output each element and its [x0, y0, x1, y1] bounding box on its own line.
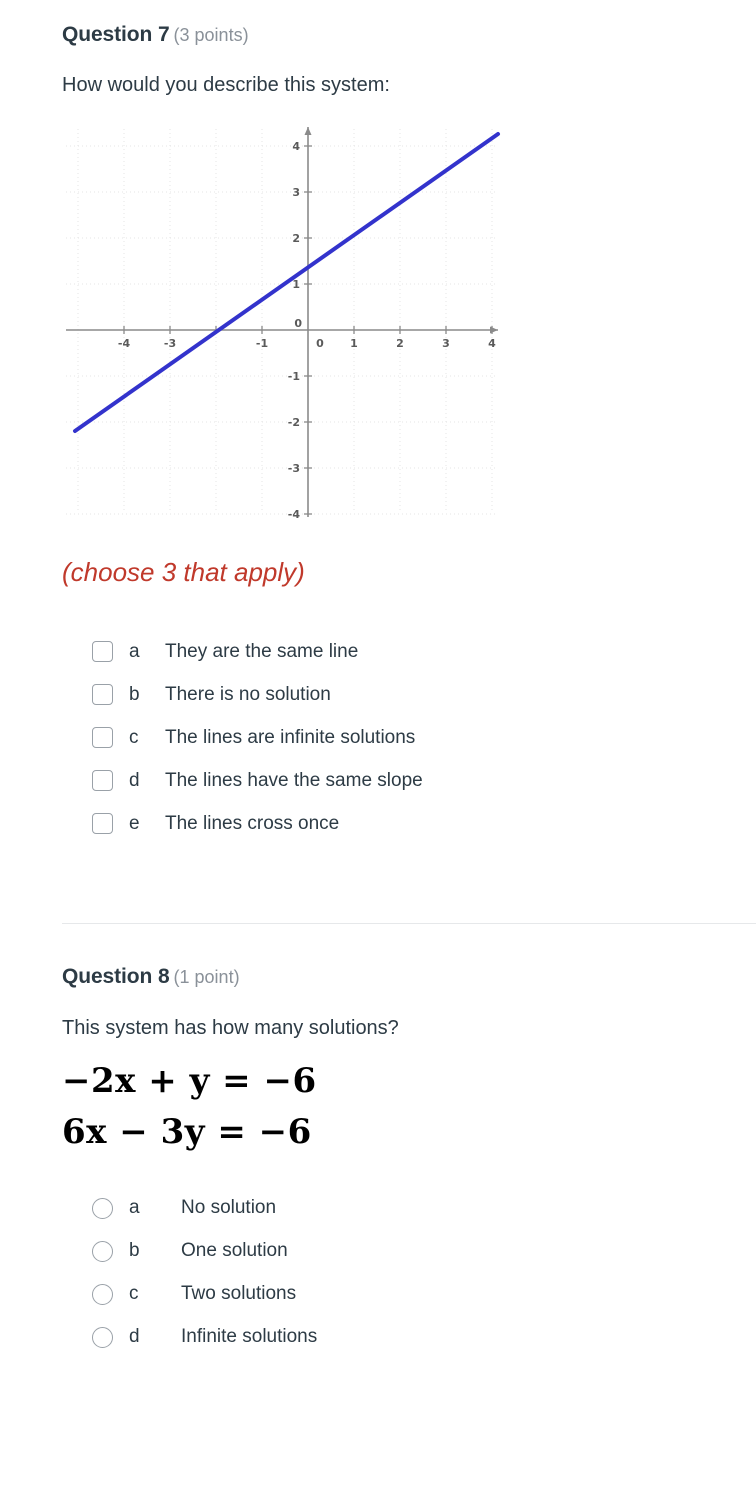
option-row-d[interactable]: d Infinite solutions: [62, 1316, 736, 1359]
option-text-d: Infinite solutions: [181, 1326, 318, 1348]
x-label-neg3: -3: [164, 337, 176, 350]
radio-b[interactable]: [92, 1240, 113, 1262]
option-row-c[interactable]: c Two solutions: [62, 1273, 736, 1316]
x-label-neg4: -4: [118, 337, 131, 350]
x-label-3: 3: [442, 337, 450, 350]
equation-1: −2x + y = −6: [62, 1060, 317, 1101]
radio-c[interactable]: [92, 1283, 113, 1305]
question-7-title: Question 7: [62, 23, 170, 46]
y-label-neg4: -4: [288, 508, 301, 521]
checkbox-d[interactable]: [92, 770, 113, 792]
question-8-block: Question 8 (1 point) This system has how …: [0, 924, 756, 1359]
option-letter-c: c: [129, 1283, 139, 1305]
checkbox-b[interactable]: [92, 684, 113, 706]
equation-2: 6x − 3y = −6: [62, 1112, 312, 1153]
y-label-0: 0: [294, 317, 302, 330]
checkbox-e[interactable]: [92, 813, 113, 835]
option-row-b[interactable]: b There is no solution: [62, 673, 736, 716]
question-7-options: a They are the same line b There is no s…: [62, 630, 736, 845]
option-letter-c: c: [129, 726, 139, 748]
question-8-options: a No solution b One solution c Two solut…: [62, 1187, 736, 1359]
option-text-a: No solution: [181, 1197, 277, 1219]
x-label-0: 0: [316, 337, 324, 350]
system-of-equations: −2x + y = −6 6x − 3y = −6: [62, 1060, 736, 1153]
question-8-prompt: This system has how many solutions?: [62, 1016, 399, 1039]
quiz-page: Question 7 (3 points) How would you descr…: [0, 0, 756, 1503]
option-letter-e: e: [129, 812, 140, 834]
radio-a[interactable]: [92, 1197, 113, 1219]
y-label-neg2: -2: [288, 416, 300, 429]
option-row-d[interactable]: d The lines have the same slope: [62, 759, 736, 802]
x-label-neg1: -1: [256, 337, 268, 350]
option-letter-d: d: [129, 769, 140, 791]
option-letter-b: b: [129, 683, 140, 705]
option-text-e: The lines cross once: [165, 812, 340, 834]
option-row-a[interactable]: a They are the same line: [62, 630, 736, 673]
option-letter-d: d: [129, 1326, 140, 1348]
choose-instruction: (choose 3 that apply): [62, 557, 305, 588]
x-label-2: 2: [396, 337, 404, 350]
option-text-b: There is no solution: [165, 683, 331, 705]
option-text-c: Two solutions: [181, 1283, 297, 1305]
x-label-1: 1: [350, 337, 358, 350]
y-label-3: 3: [292, 186, 300, 199]
y-label-neg1: -1: [288, 370, 300, 383]
option-text-b: One solution: [181, 1240, 288, 1262]
option-letter-b: b: [129, 1240, 140, 1262]
option-row-c[interactable]: c The lines are infinite solutions: [62, 716, 736, 759]
option-letter-a: a: [129, 1197, 140, 1219]
option-letter-a: a: [129, 640, 140, 662]
y-label-neg3: -3: [288, 462, 300, 475]
question-7-points: (3 points): [173, 25, 249, 45]
radio-d[interactable]: [92, 1326, 113, 1348]
checkbox-a[interactable]: [92, 641, 113, 663]
option-text-c: The lines are infinite solutions: [165, 726, 416, 748]
question-7-block: Question 7 (3 points) How would you descr…: [0, 0, 756, 845]
x-axis-arrow: [490, 326, 498, 334]
y-label-2: 2: [292, 232, 300, 245]
y-label-4: 4: [292, 140, 300, 153]
option-text-d: The lines have the same slope: [165, 769, 423, 791]
grid-vertical: [77, 129, 493, 514]
question-8-header: Question 8 (1 point): [62, 942, 736, 989]
x-label-4: 4: [488, 337, 496, 350]
question-7-header: Question 7 (3 points): [62, 0, 736, 47]
question-8-points: (1 point): [173, 967, 240, 988]
checkbox-c[interactable]: [92, 727, 113, 749]
question-7-prompt: How would you describe this system:: [62, 74, 390, 97]
y-axis-arrow: [304, 127, 312, 136]
option-row-a[interactable]: a No solution: [62, 1187, 736, 1230]
plotted-line: [73, 132, 500, 434]
question-8-title: Question 8: [62, 965, 170, 989]
coordinate-graph: -4 -3 -1 0 1 2 3 4 4 3 2 1 0 -1 -2 -3 -4: [62, 121, 502, 521]
option-row-e[interactable]: e The lines cross once: [62, 802, 736, 845]
option-text-a: They are the same line: [165, 640, 359, 662]
option-row-b[interactable]: b One solution: [62, 1230, 736, 1273]
coordinate-graph-svg: -4 -3 -1 0 1 2 3 4 4 3 2 1 0 -1 -2 -3 -4: [66, 127, 500, 521]
